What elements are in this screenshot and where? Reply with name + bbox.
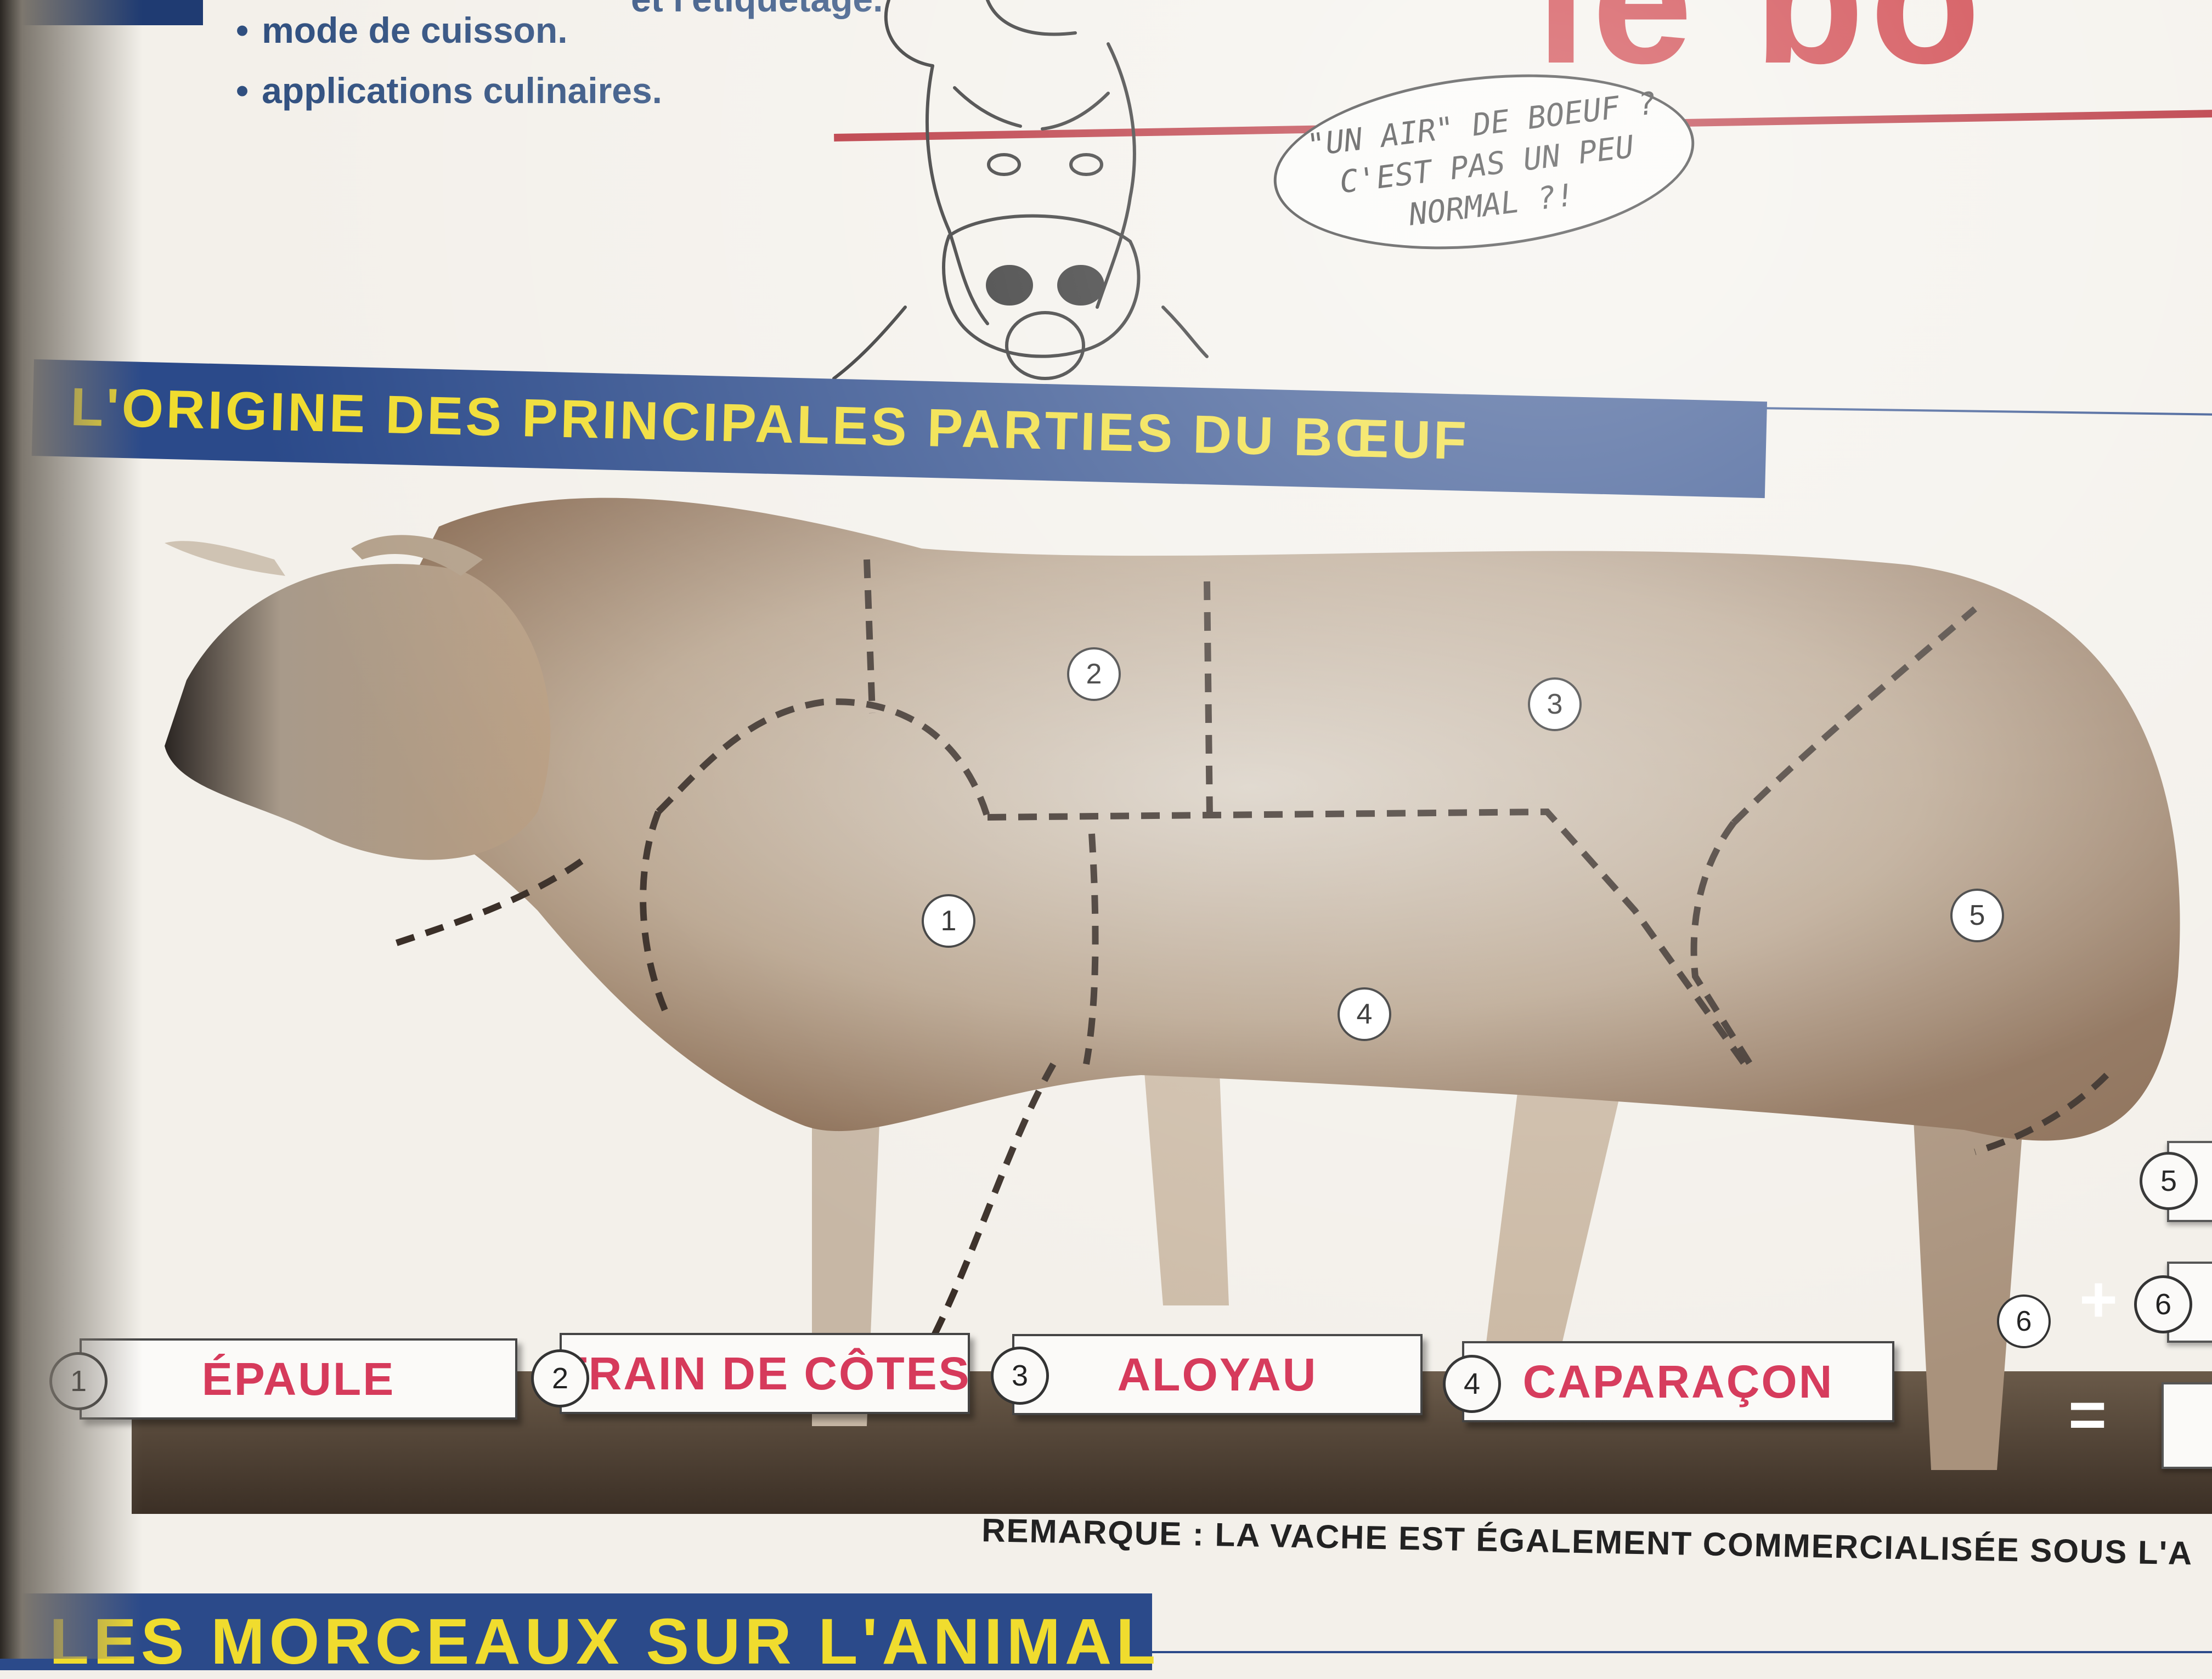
part-label-caparacon: CAPARAÇON: [1462, 1341, 1894, 1422]
bullet-item: • applications culinaires.: [236, 70, 663, 111]
diagram-marker-4: 4: [1338, 987, 1391, 1041]
plus-sign: +: [2079, 1263, 2118, 1336]
next-section-rule: [1152, 1651, 2212, 1653]
part-label-text: ALOYAU: [1117, 1348, 1318, 1400]
bullet-list: • mode de cuisson. • applications culinair…: [236, 0, 662, 121]
part-label-text: ÉPAULE: [201, 1353, 396, 1405]
part-label-epaule: ÉPAULE: [80, 1338, 517, 1420]
side-label-box: [2162, 1382, 2212, 1469]
top-left-bar: [0, 0, 203, 25]
diagram-marker-2: 2: [1067, 647, 1121, 701]
part-number-2: 2: [531, 1349, 589, 1407]
part-number-4: 4: [1443, 1355, 1501, 1413]
bullet-item: • mode de cuisson.: [236, 10, 568, 50]
part-label-text: CAPARAÇON: [1522, 1355, 1834, 1407]
side-number-5: 5: [2140, 1152, 2198, 1210]
equals-sign: =: [2068, 1378, 2107, 1451]
side-number-6a: 6: [1997, 1294, 2051, 1348]
diagram-marker-1: 1: [922, 894, 975, 948]
diagram-marker-5: 5: [1950, 889, 2004, 942]
section-rule: [1767, 407, 2212, 416]
part-label-aloyau: ALOYAU: [1012, 1334, 1423, 1415]
speech-bubble-text: "UN AIR" DE BOEUF ? C'EST PAS UN PEU NOR…: [1272, 80, 1701, 251]
cartoon-bull-illustration: [832, 0, 1209, 380]
part-number-3: 3: [991, 1347, 1049, 1405]
diagram-marker-3: 3: [1528, 677, 1582, 731]
part-label-text: TRAIN DE CÔTES: [558, 1347, 971, 1399]
side-number-6b: 6: [2134, 1275, 2192, 1333]
next-section-heading: LES MORCEAUX SUR L'ANIMAL: [49, 1605, 1160, 1678]
part-number-1: 1: [49, 1352, 108, 1410]
part-label-train-de-cotes: TRAIN DE CÔTES: [558, 1333, 971, 1414]
